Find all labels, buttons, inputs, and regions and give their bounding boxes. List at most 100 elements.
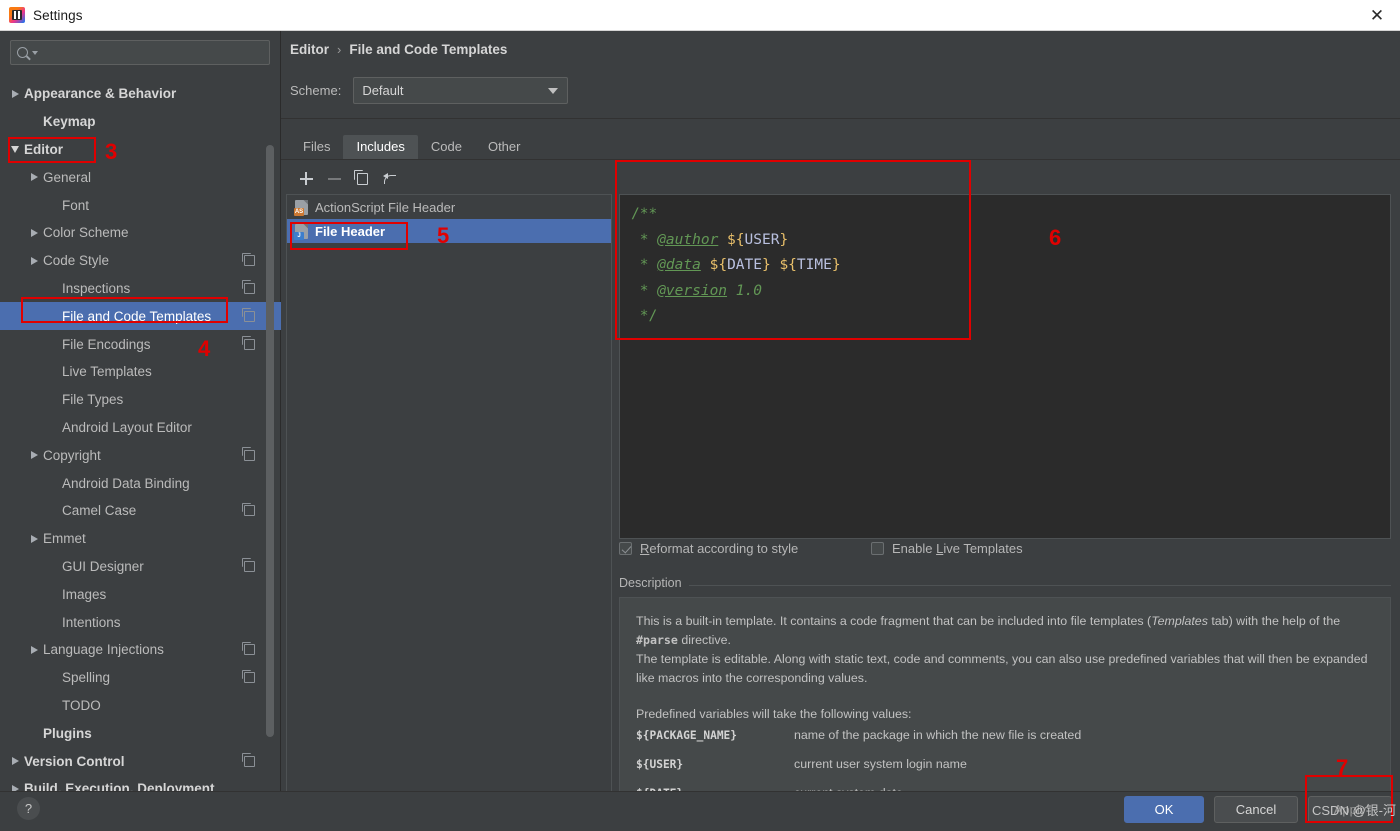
- chevron-right-icon[interactable]: [6, 89, 24, 98]
- sidebar-scrollbar-track[interactable]: [266, 85, 277, 755]
- chevron-right-icon[interactable]: [25, 173, 43, 182]
- sidebar-item-code-style[interactable]: Code Style: [0, 247, 281, 275]
- cancel-button[interactable]: Cancel: [1214, 796, 1298, 823]
- sidebar-item-appearance-behavior[interactable]: Appearance & Behavior: [0, 80, 281, 108]
- sidebar-item-color-scheme[interactable]: Color Scheme: [0, 219, 281, 247]
- sidebar-item-emmet[interactable]: Emmet: [0, 525, 281, 553]
- close-icon[interactable]: ✕: [1354, 0, 1400, 31]
- template-list-item[interactable]: J File Header: [287, 219, 611, 243]
- code-token: *: [631, 282, 658, 299]
- sidebar-item-android-data-binding[interactable]: Android Data Binding: [0, 469, 281, 497]
- code-line: * @data ${DATE} ${TIME}: [631, 253, 1390, 279]
- reformat-according-to-style-checkbox[interactable]: [619, 542, 632, 555]
- undo-icon: [383, 172, 397, 185]
- apply-button[interactable]: Apply: [1308, 796, 1392, 823]
- tab-files[interactable]: Files: [290, 135, 343, 159]
- code-token: *: [631, 257, 658, 273]
- ok-button[interactable]: OK: [1124, 796, 1204, 823]
- predefined-variable-row: ${USER} current user system login name: [636, 757, 1374, 786]
- reset-template-button[interactable]: [376, 167, 404, 191]
- sidebar-item-label: TODO: [62, 697, 101, 713]
- breadcrumb: Editor › File and Code Templates: [290, 42, 507, 57]
- copy-settings-icon: [241, 336, 255, 350]
- settings-tree: Appearance & Behavior Keymap Editor General…: [0, 80, 281, 791]
- template-list-item-label: ActionScript File Header: [315, 199, 456, 215]
- sidebar-item-todo[interactable]: TODO: [0, 692, 281, 720]
- sidebar-item-label: Build, Execution, Deployment: [24, 781, 215, 791]
- sidebar-item-android-layout-editor[interactable]: Android Layout Editor: [0, 414, 281, 442]
- sidebar-item-copyright[interactable]: Copyright: [0, 441, 281, 469]
- copy-settings-icon: [241, 252, 255, 267]
- sidebar-item-intentions[interactable]: Intentions: [0, 608, 281, 636]
- enable-live-templates-checkbox[interactable]: [871, 542, 884, 555]
- copy-settings-icon: [241, 447, 255, 461]
- sidebar-item-font[interactable]: Font: [0, 191, 281, 219]
- tab-includes[interactable]: Includes: [343, 135, 418, 159]
- template-list-toolbar: [286, 165, 612, 192]
- template-list-item-label: File Header: [315, 223, 386, 239]
- sidebar-item-plugins[interactable]: Plugins: [0, 719, 281, 747]
- sidebar-item-label: Spelling: [62, 670, 111, 686]
- sidebar-item-label: Version Control: [24, 753, 125, 769]
- chevron-right-icon[interactable]: [6, 757, 24, 766]
- copy-template-button[interactable]: [348, 167, 376, 191]
- sidebar-item-images[interactable]: Images: [0, 580, 281, 608]
- sidebar-item-file-encodings[interactable]: File Encodings: [0, 330, 281, 358]
- reformat-according-to-style-row[interactable]: Reformat according to style: [619, 541, 798, 556]
- enable-live-templates-label: Enable Live Templates: [892, 541, 1023, 556]
- description-divider: [685, 585, 1391, 586]
- tab-code[interactable]: Code: [418, 135, 475, 159]
- sidebar-item-version-control[interactable]: Version Control: [0, 747, 281, 775]
- sidebar-item-label: Android Data Binding: [62, 475, 190, 491]
- sidebar-item-label: GUI Designer: [62, 558, 144, 574]
- breadcrumb-parent[interactable]: Editor: [290, 42, 329, 57]
- copy-settings-icon: [241, 669, 255, 684]
- sidebar-item-label: Editor: [24, 141, 63, 157]
- scheme-row: Scheme: Default: [290, 77, 569, 104]
- sidebar-item-label: Copyright: [43, 447, 101, 463]
- sidebar-item-general[interactable]: General: [0, 163, 281, 191]
- file-type-badge: AS: [294, 207, 304, 216]
- search-input[interactable]: [38, 45, 263, 60]
- sidebar-item-file-types[interactable]: File Types: [0, 386, 281, 414]
- sidebar-item-live-templates[interactable]: Live Templates: [0, 358, 281, 386]
- help-button[interactable]: ?: [17, 797, 40, 820]
- chevron-right-icon[interactable]: [25, 228, 43, 237]
- sidebar-item-label: General: [43, 169, 92, 185]
- copy-settings-icon: [241, 308, 255, 322]
- tab-other[interactable]: Other: [475, 135, 534, 159]
- chevron-right-icon[interactable]: [25, 534, 43, 543]
- chevron-right-icon[interactable]: [25, 256, 43, 265]
- header-divider: [281, 118, 1400, 119]
- chevron-down-icon[interactable]: [6, 145, 24, 153]
- code-line: /**: [631, 202, 1390, 228]
- sidebar-item-language-injections[interactable]: Language Injections: [0, 636, 281, 664]
- enable-live-templates-row[interactable]: Enable Live Templates: [871, 541, 1023, 556]
- sidebar-item-spelling[interactable]: Spelling: [0, 664, 281, 692]
- sidebar-item-keymap[interactable]: Keymap: [0, 108, 281, 136]
- chevron-right-icon[interactable]: [25, 451, 43, 460]
- template-list-item[interactable]: AS ActionScript File Header: [287, 195, 611, 219]
- add-template-button[interactable]: [292, 167, 320, 191]
- sidebar-scrollbar-thumb[interactable]: [266, 145, 274, 737]
- sidebar-item-label: Color Scheme: [43, 225, 129, 241]
- scheme-dropdown[interactable]: Default: [353, 77, 569, 104]
- sidebar-item-camel-case[interactable]: Camel Case: [0, 497, 281, 525]
- dialog-button-bar: ? OK Cancel Apply: [0, 791, 1400, 831]
- search-box[interactable]: [10, 40, 270, 65]
- sidebar-item-build-execution-deployment[interactable]: Build, Execution, Deployment: [0, 775, 281, 791]
- sidebar-item-file-and-code-templates[interactable]: File and Code Templates: [0, 302, 281, 331]
- copy-settings-icon: [241, 558, 255, 572]
- chevron-right-icon[interactable]: [25, 645, 43, 654]
- copy-settings-icon: [241, 641, 255, 656]
- code-token: ${: [709, 257, 728, 273]
- template-code-editor[interactable]: /** * @author ${USER} * @data ${DATE} ${…: [619, 194, 1391, 539]
- sidebar-item-editor[interactable]: Editor: [0, 136, 281, 164]
- sidebar-item-gui-designer[interactable]: GUI Designer: [0, 553, 281, 581]
- breadcrumb-current: File and Code Templates: [349, 42, 508, 57]
- search-container: [0, 31, 280, 73]
- sidebar-item-inspections[interactable]: Inspections: [0, 275, 281, 303]
